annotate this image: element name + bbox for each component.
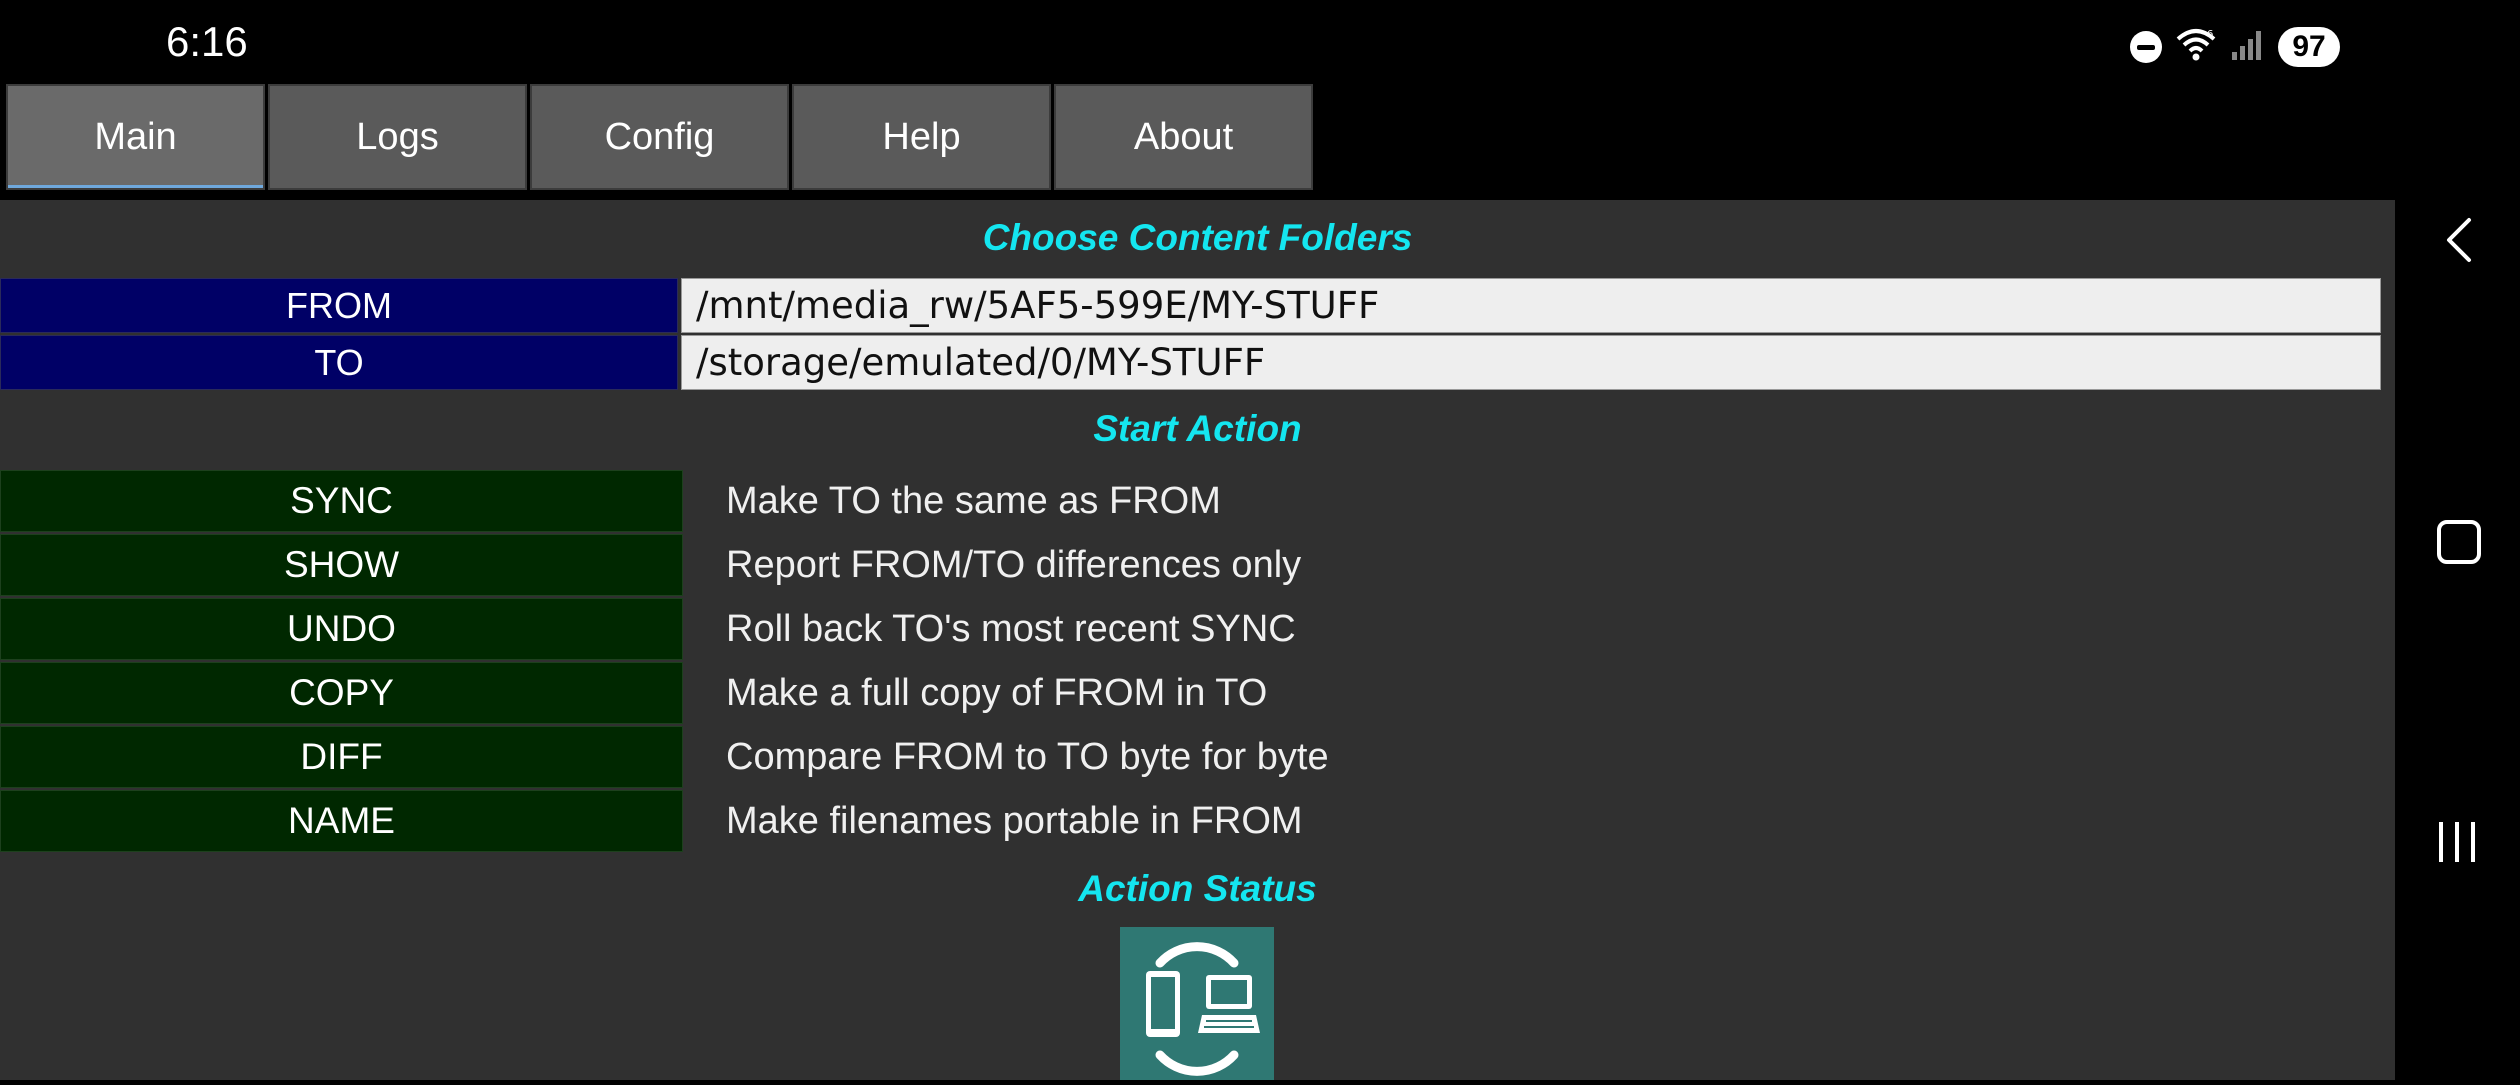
show-button[interactable]: SHOW (0, 534, 683, 596)
from-label[interactable]: FROM (0, 278, 678, 333)
undo-button[interactable]: UNDO (0, 598, 683, 660)
tab-bar: Main Logs Config Help About (6, 84, 1313, 190)
home-icon[interactable] (2437, 520, 2481, 564)
tab-help[interactable]: Help (792, 84, 1051, 190)
to-path-input[interactable] (681, 335, 2381, 390)
status-section-title: Action Status (1078, 868, 1317, 909)
status-time: 6:16 (166, 18, 248, 65)
wifi-icon: 6 (2176, 27, 2216, 68)
recents-icon[interactable] (2439, 822, 2475, 862)
status-icons: 6 97 (2130, 26, 2340, 68)
action-row-copy: COPY Make a full copy of FROM in TO (0, 662, 2382, 724)
show-description: Report FROM/TO differences only (726, 543, 1302, 586)
svg-text:6: 6 (2207, 29, 2213, 40)
tab-about[interactable]: About (1054, 84, 1313, 190)
copy-description: Make a full copy of FROM in TO (726, 671, 1268, 714)
do-not-disturb-icon (2130, 31, 2162, 63)
action-row-show: SHOW Report FROM/TO differences only (0, 534, 2382, 596)
diff-button[interactable]: DIFF (0, 726, 683, 788)
action-row-diff: DIFF Compare FROM to TO byte for byte (0, 726, 2382, 788)
main-panel: Choose Content Folders FROM TO Start Act… (0, 200, 2395, 1080)
from-path-input[interactable] (681, 278, 2381, 333)
diff-description: Compare FROM to TO byte for byte (726, 735, 1329, 778)
from-row: FROM (0, 278, 2382, 333)
system-nav-bar (2395, 0, 2520, 1080)
action-row-undo: UNDO Roll back TO's most recent SYNC (0, 598, 2382, 660)
battery-indicator: 97 (2278, 27, 2340, 67)
name-button[interactable]: NAME (0, 790, 683, 852)
tab-config[interactable]: Config (530, 84, 789, 190)
status-bar: 6:16 6 97 (0, 0, 2395, 82)
signal-icon (2230, 28, 2264, 67)
action-row-sync: SYNC Make TO the same as FROM (0, 470, 2382, 532)
tab-logs[interactable]: Logs (268, 84, 527, 190)
to-label[interactable]: TO (0, 335, 678, 390)
copy-button[interactable]: COPY (0, 662, 683, 724)
action-section-title: Start Action (1093, 408, 1302, 449)
action-row-name: NAME Make filenames portable in FROM (0, 790, 2382, 852)
back-icon[interactable] (2445, 217, 2473, 268)
tab-main[interactable]: Main (6, 84, 265, 190)
folders-section-title: Choose Content Folders (982, 217, 1413, 258)
sync-button[interactable]: SYNC (0, 470, 683, 532)
sync-description: Make TO the same as FROM (726, 479, 1221, 522)
to-row: TO (0, 335, 2382, 390)
sync-status-icon (1120, 927, 1274, 1080)
undo-description: Roll back TO's most recent SYNC (726, 607, 1296, 650)
name-description: Make filenames portable in FROM (726, 799, 1303, 842)
